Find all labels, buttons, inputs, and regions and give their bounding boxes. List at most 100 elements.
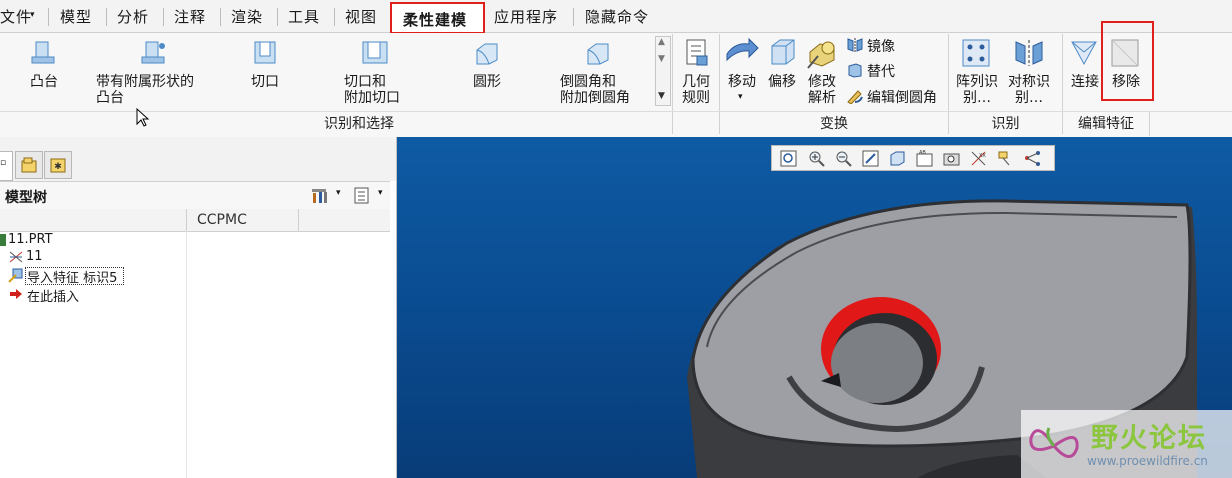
model-tree-column-header: CCPMC (0, 209, 390, 232)
group-label-recognize-select: 识别和选择 (324, 116, 394, 132)
edit-round-button[interactable]: 编辑倒圆角 (867, 87, 937, 107)
tree-row-csys[interactable]: 11 (26, 249, 43, 264)
view-manager-icon[interactable] (943, 150, 960, 167)
replace-icon[interactable] (846, 62, 864, 78)
view-toolbar: AB XX (771, 145, 1055, 171)
svg-text:✱: ✱ (54, 162, 62, 172)
zoom-in-icon[interactable] (808, 150, 825, 167)
geometry-rules-button[interactable]: 几何 规则 (676, 74, 716, 106)
tab-flexible-modeling-label: 柔性建模 (403, 11, 468, 29)
symmetry-recognition-icon[interactable] (1013, 38, 1045, 68)
modify-resolve-icon[interactable] (806, 38, 838, 70)
mirror-icon[interactable] (846, 37, 864, 53)
saved-views-icon[interactable]: AB (916, 150, 933, 167)
insert-here-arrow-icon (10, 289, 22, 299)
svg-text:AB: AB (919, 150, 926, 156)
repaint-icon[interactable] (862, 150, 879, 167)
import-feature-icon (8, 268, 23, 283)
panel-tab-folder[interactable] (15, 151, 43, 179)
model-tree-header: 模型树 ▾ ▾ (0, 181, 390, 211)
part-icon (0, 234, 6, 246)
scroll-mid-icon[interactable]: ▼ (658, 54, 665, 64)
tab-annotate[interactable]: 注释 (174, 6, 206, 26)
tab-flexible-modeling[interactable]: 柔性建模 (390, 2, 485, 34)
group-label-transform: 变换 (820, 116, 848, 132)
column-divider (186, 209, 187, 231)
spin-center-icon[interactable] (1024, 150, 1041, 167)
cut-icon[interactable] (252, 40, 278, 66)
tab-model[interactable]: 模型 (60, 6, 92, 26)
round-with-attached-button[interactable]: 倒圆角和 附加倒圆角 (560, 74, 644, 106)
offset-icon[interactable] (766, 38, 796, 68)
boss-with-attached-button[interactable]: 带有附属形状的 凸台 (96, 74, 214, 106)
menu-bar: 文件 ▾ 模型 分析 注释 渲染 工具 视图 柔性建模 应用程序 隐藏命令 (0, 0, 1232, 34)
svg-text:XX: XX (979, 153, 986, 159)
refit-icon[interactable] (780, 150, 797, 167)
tree-settings-dropdown-icon[interactable]: ▾ (336, 188, 341, 198)
graphics-viewport[interactable]: 野火论坛 www.proewildfire.cn (397, 137, 1232, 478)
file-dropdown-icon[interactable]: ▾ (30, 10, 36, 30)
move-icon[interactable] (725, 38, 759, 68)
favorites-icon: ✱ (50, 158, 66, 173)
move-button[interactable]: 移动 (724, 74, 760, 90)
geometry-rules-icon[interactable] (683, 38, 711, 68)
tab-tools[interactable]: 工具 (288, 6, 320, 26)
panel-tab-model-tree[interactable]: ▫ (0, 151, 13, 181)
edit-round-icon[interactable] (846, 88, 864, 104)
datum-display-icon[interactable]: XX (970, 150, 987, 167)
coordinate-system-icon (9, 251, 23, 263)
pattern-recognition-button[interactable]: 阵列识 别… (954, 74, 1000, 106)
move-dropdown-icon[interactable]: ▾ (738, 92, 743, 102)
zoom-out-icon[interactable] (835, 150, 852, 167)
ribbon-scrollbar[interactable]: ▲ ▼ ▼ (655, 36, 671, 106)
panel-tab-favorites[interactable]: ✱ (44, 151, 72, 179)
tab-analysis[interactable]: 分析 (117, 6, 149, 26)
left-panel: ▫ ✱ 模型树 ▾ ▾ CCPMC 11.PRT 11 导入特征 标识5 在此插… (0, 137, 397, 478)
watermark: 野火论坛 www.proewildfire.cn (1021, 410, 1232, 478)
group-label-edit-feature: 编辑特征 (1078, 116, 1134, 132)
mirror-button[interactable]: 镜像 (867, 36, 895, 56)
watermark-url: www.proewildfire.cn (1087, 454, 1208, 468)
tree-filter-icon[interactable] (354, 187, 370, 205)
round-attached-icon[interactable] (584, 40, 612, 66)
replace-button[interactable]: 替代 (867, 61, 895, 81)
pattern-recognition-icon[interactable] (961, 38, 993, 68)
cut-button[interactable]: 切口 (242, 74, 288, 90)
boss-attached-icon[interactable] (140, 40, 168, 66)
folder-browser-icon (21, 157, 37, 173)
watermark-logo-icon (1029, 427, 1079, 458)
tree-filter-dropdown-icon[interactable]: ▾ (378, 188, 383, 198)
tree-row-part[interactable]: 11.PRT (8, 232, 53, 247)
modify-resolve-button[interactable]: 修改 解析 (804, 74, 840, 106)
boss-button[interactable]: 凸台 (20, 74, 68, 90)
connect-button[interactable]: 连接 (1066, 74, 1104, 90)
round-icon[interactable] (473, 40, 501, 66)
symmetry-recognition-button[interactable]: 对称识 别… (1006, 74, 1052, 106)
tab-render[interactable]: 渲染 (231, 6, 263, 26)
cut-with-attached-button[interactable]: 切口和 附加切口 (344, 74, 414, 106)
column-ccpmc[interactable]: CCPMC (197, 212, 247, 228)
annotation-display-icon[interactable] (997, 150, 1014, 167)
tree-settings-icon[interactable] (310, 186, 330, 206)
display-style-icon[interactable] (889, 150, 906, 167)
model-tree-tab-icon: ▫ (0, 158, 7, 168)
remove-icon[interactable] (1110, 38, 1140, 68)
tree-row-import-feature[interactable]: 导入特征 标识5 (27, 267, 117, 286)
round-button[interactable]: 圆形 (462, 74, 512, 90)
tab-applications[interactable]: 应用程序 (494, 6, 558, 26)
group-label-recognize: 识别 (991, 116, 1020, 132)
watermark-title: 野火论坛 (1091, 423, 1207, 454)
cut-attached-icon[interactable] (360, 40, 390, 66)
boss-icon[interactable] (30, 40, 56, 66)
tab-view[interactable]: 视图 (345, 6, 377, 26)
offset-button[interactable]: 偏移 (764, 74, 800, 90)
tab-file[interactable]: 文件 (0, 6, 32, 26)
scroll-down-icon[interactable]: ▼ (658, 91, 665, 101)
tab-hidden-commands[interactable]: 隐藏命令 (585, 6, 649, 26)
tree-row-insert-here[interactable]: 在此插入 (27, 286, 79, 305)
connect-icon[interactable] (1069, 38, 1099, 68)
scroll-up-icon[interactable]: ▲ (658, 37, 665, 47)
mouse-cursor-icon (136, 108, 150, 127)
model-tree-title: 模型树 (5, 190, 47, 206)
remove-button[interactable]: 移除 (1106, 74, 1146, 90)
